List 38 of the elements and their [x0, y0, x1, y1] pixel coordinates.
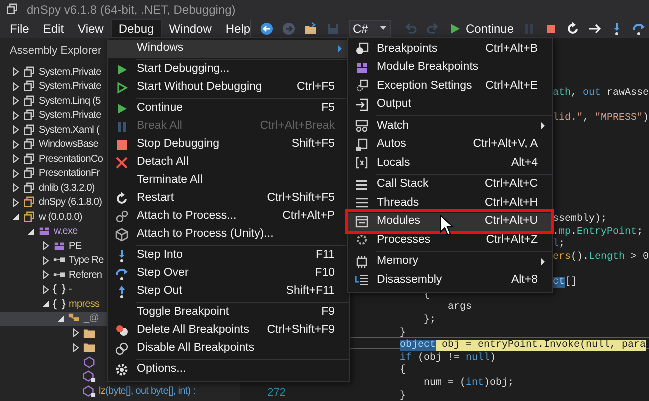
shortcut-label: Ctrl+Alt+E	[486, 78, 539, 94]
code-line: ssembly);	[553, 214, 608, 226]
line-number: 272	[268, 386, 286, 401]
shortcut-label: F5	[322, 101, 336, 116]
code-line: object obj = entryPoint.Invoke(null, para	[400, 340, 646, 352]
shortcut-label: Ctrl+Alt+Break	[260, 119, 336, 134]
shortcut-label: Ctrl+Alt+B	[486, 42, 539, 57]
shortcut-label: Ctrl+Shift+F5	[267, 191, 336, 206]
code-line: args	[447, 302, 472, 314]
shortcut-label: Shift+F5	[292, 137, 336, 152]
shortcut-label: Shift+F11	[286, 284, 336, 300]
shortcut-label: Ctrl+Alt+Z	[486, 232, 539, 248]
code-line: ers().Length > 0	[553, 252, 649, 264]
shortcut-label: F9	[322, 305, 336, 320]
code-line: }	[400, 328, 406, 339]
shortcut-label: Ctrl+Alt+P	[282, 209, 336, 224]
panel-title: Assembly Explorer	[10, 44, 102, 60]
code-line: lid.", "MPRESS")	[553, 113, 649, 124]
shortcut-label: Alt+4	[511, 156, 539, 171]
window-title: dnSpy v6.1.8 (64-bit, .NET, Debugging)	[27, 2, 236, 18]
code-line: };	[423, 314, 436, 326]
code-line: if (obj != null)	[400, 352, 496, 364]
shortcut-label: F11	[316, 248, 336, 264]
code-line: num = (int)obj;	[423, 378, 514, 389]
shortcut-label: Ctrl+Shift+F9	[267, 323, 336, 338]
code-line: l;	[553, 239, 566, 250]
shortcut-label: F10	[315, 266, 336, 282]
shortcut-label: Ctrl+Alt+U	[484, 214, 539, 230]
shortcut-label: Ctrl+Alt+H	[484, 196, 539, 211]
code-line: }	[400, 390, 406, 401]
shortcut-label: Ctrl+Alt+V, A	[473, 137, 539, 152]
shortcut-label: Ctrl+Alt+C	[484, 177, 539, 192]
code-line: {	[400, 365, 406, 376]
code-line: ct[]	[553, 277, 578, 288]
shortcut-label: Ctrl+F5	[296, 80, 336, 96]
shortcut-label: Alt+8	[511, 272, 539, 288]
code-line: .mp.EntryPoint;	[553, 226, 644, 238]
code-line: ath, out rawAsse	[553, 88, 649, 100]
